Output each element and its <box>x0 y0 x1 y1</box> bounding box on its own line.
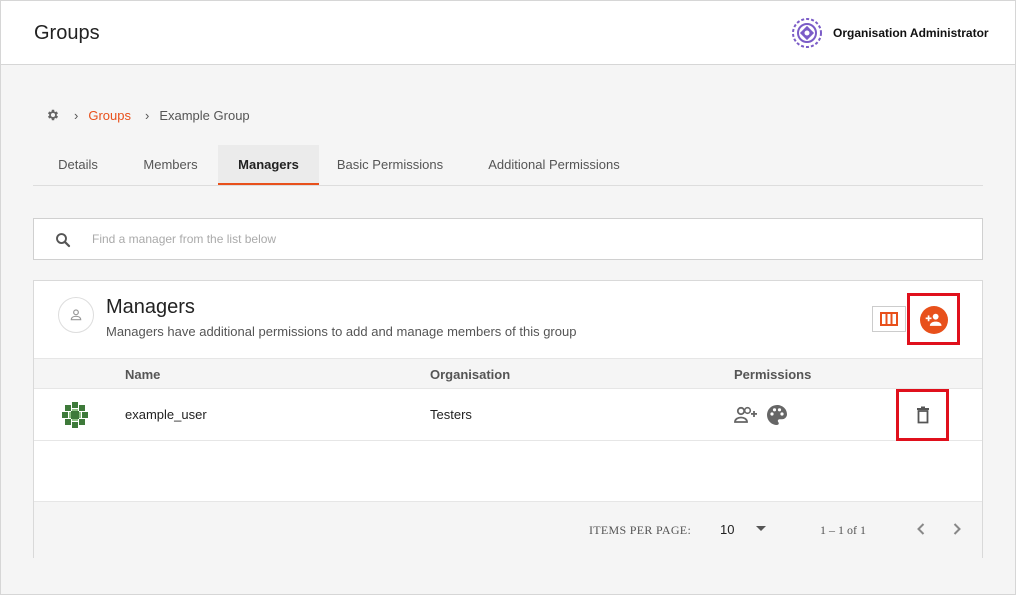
columns-toggle-button[interactable] <box>872 306 906 332</box>
breadcrumb-current: Example Group <box>159 107 250 123</box>
table-header: Name Organisation Permissions <box>34 358 982 389</box>
managers-panel: Managers Managers have additional permis… <box>33 280 983 558</box>
paginator: ITEMS PER PAGE: 10 1 – 1 of 1 <box>34 501 982 558</box>
add-manager-highlight <box>907 293 960 345</box>
trash-icon <box>917 406 929 424</box>
tab-bar: Details Members Managers Basic Permissio… <box>33 145 983 186</box>
remove-manager-highlight <box>896 389 949 441</box>
search-bar <box>33 218 983 260</box>
chevron-right-icon <box>953 523 961 535</box>
table-row[interactable]: example_user Testers <box>34 389 982 441</box>
chevron-left-icon <box>917 523 925 535</box>
chevron-right-icon: › <box>144 107 150 123</box>
cell-name: example_user <box>125 407 207 422</box>
gear-icon[interactable] <box>46 108 60 122</box>
search-icon <box>56 233 71 248</box>
column-header-name[interactable]: Name <box>125 367 160 382</box>
chevron-right-icon: › <box>74 107 79 123</box>
chevron-down-icon[interactable] <box>756 526 766 531</box>
tab-basic-permissions[interactable]: Basic Permissions <box>319 145 461 185</box>
breadcrumb: › Groups › Example Group <box>46 106 250 124</box>
avatar <box>60 400 90 430</box>
tab-managers[interactable]: Managers <box>218 145 319 185</box>
tab-details[interactable]: Details <box>33 145 123 185</box>
panel-subtitle: Managers have additional permissions to … <box>106 324 577 339</box>
organisation-logo-icon <box>792 18 822 48</box>
top-bar: Groups Organisation Administrator <box>0 0 1016 65</box>
tab-members[interactable]: Members <box>123 145 218 185</box>
search-input[interactable] <box>92 228 952 250</box>
add-members-icon <box>734 406 757 423</box>
tab-additional-permissions[interactable]: Additional Permissions <box>461 145 647 185</box>
page-range-label: 1 – 1 of 1 <box>820 523 866 537</box>
remove-manager-button[interactable] <box>912 403 934 427</box>
cell-organisation: Testers <box>430 407 472 422</box>
person-icon <box>58 297 94 333</box>
column-header-organisation[interactable]: Organisation <box>430 367 510 382</box>
columns-icon <box>880 312 898 326</box>
breadcrumb-groups-link[interactable]: Groups <box>88 108 131 123</box>
page-title: Groups <box>34 22 100 44</box>
add-manager-button[interactable] <box>920 306 948 334</box>
palette-icon <box>767 405 787 425</box>
organisation-name[interactable]: Organisation Administrator <box>833 26 989 40</box>
column-header-permissions[interactable]: Permissions <box>734 367 811 382</box>
items-per-page-label: ITEMS PER PAGE: <box>589 523 692 537</box>
previous-page-button[interactable] <box>912 520 930 538</box>
next-page-button[interactable] <box>948 520 966 538</box>
panel-title: Managers <box>106 296 195 318</box>
add-person-icon <box>925 313 942 326</box>
items-per-page-select[interactable]: 10 <box>720 522 734 537</box>
